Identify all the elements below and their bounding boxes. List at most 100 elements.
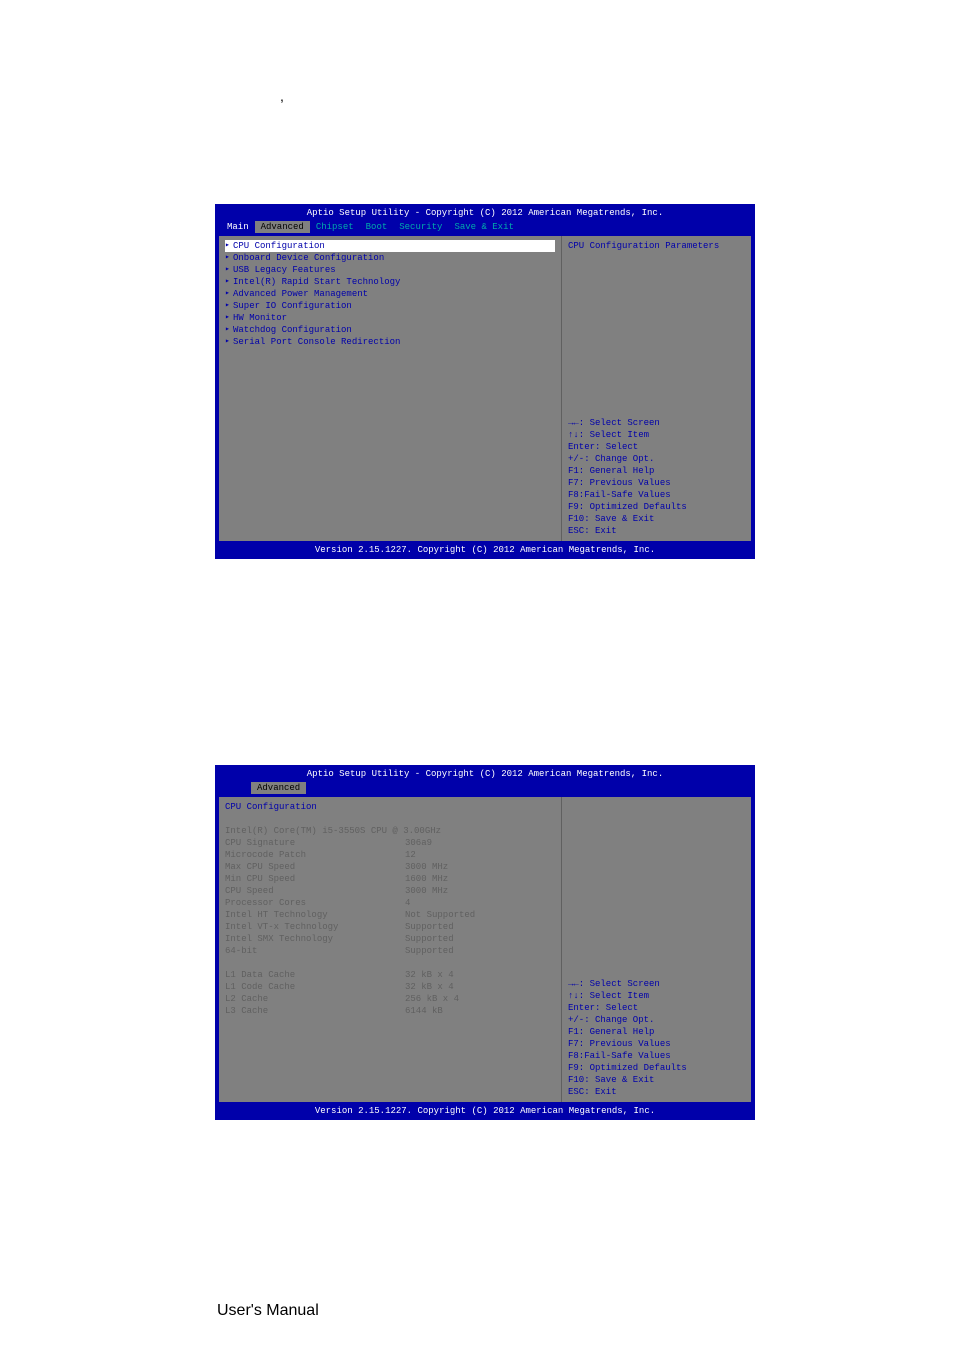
info-row: L1 Data Cache32 kB x 4 xyxy=(225,969,555,981)
page-footer-text: User's Manual xyxy=(217,1302,319,1320)
bios-screen-cpu-config: Aptio Setup Utility - Copyright (C) 2012… xyxy=(215,765,755,1120)
key-hint: Enter: Select xyxy=(568,1002,745,1014)
info-label: L3 Cache xyxy=(225,1005,405,1017)
menu-bar: Main Advanced Chipset Boot Security Save… xyxy=(217,220,753,234)
bios-footer: Version 2.15.1227. Copyright (C) 2012 Am… xyxy=(217,1104,753,1118)
item-label: Advanced Power Management xyxy=(233,288,368,300)
key-hint: F7: Previous Values xyxy=(568,1038,745,1050)
info-row: CPU Signature306a9 xyxy=(225,837,555,849)
info-label: L1 Code Cache xyxy=(225,981,405,993)
arrow-icon: ▸ xyxy=(225,276,233,288)
info-label: Microcode Patch xyxy=(225,849,405,861)
item-watchdog[interactable]: ▸Watchdog Configuration xyxy=(225,324,555,336)
item-label: Super IO Configuration xyxy=(233,300,352,312)
info-value: 1600 MHz xyxy=(405,873,448,885)
arrow-icon: ▸ xyxy=(225,240,233,252)
key-hint: F8:Fail-Safe Values xyxy=(568,1050,745,1062)
info-value: 12 xyxy=(405,849,416,861)
help-description: CPU Configuration Parameters xyxy=(568,240,745,252)
menu-bar: Advanced xyxy=(217,781,753,795)
item-super-io[interactable]: ▸Super IO Configuration xyxy=(225,300,555,312)
menu-boot[interactable]: Boot xyxy=(360,221,394,233)
info-value: 32 kB x 4 xyxy=(405,969,454,981)
info-label: CPU Speed xyxy=(225,885,405,897)
arrow-icon: ▸ xyxy=(225,264,233,276)
bios-screen-advanced-menu: Aptio Setup Utility - Copyright (C) 2012… xyxy=(215,204,755,559)
left-panel: CPU Configuration Intel(R) Core(TM) i5-3… xyxy=(219,797,561,1102)
info-row: Intel SMX TechnologySupported xyxy=(225,933,555,945)
info-row: L2 Cache256 kB x 4 xyxy=(225,993,555,1005)
right-panel: CPU Configuration Parameters →←: Select … xyxy=(561,236,751,541)
menu-save-exit[interactable]: Save & Exit xyxy=(448,221,519,233)
arrow-icon: ▸ xyxy=(225,312,233,324)
info-label: Max CPU Speed xyxy=(225,861,405,873)
item-power-mgmt[interactable]: ▸Advanced Power Management xyxy=(225,288,555,300)
key-hint: ↑↓: Select Item xyxy=(568,990,745,1002)
info-row: Intel HT TechnologyNot Supported xyxy=(225,909,555,921)
info-row: Intel VT-x TechnologySupported xyxy=(225,921,555,933)
key-hint: +/-: Change Opt. xyxy=(568,1014,745,1026)
key-hint: F9: Optimized Defaults xyxy=(568,1062,745,1074)
arrow-icon: ▸ xyxy=(225,288,233,300)
item-rapid-start[interactable]: ▸Intel(R) Rapid Start Technology xyxy=(225,276,555,288)
info-row: Processor Cores4 xyxy=(225,897,555,909)
left-panel: ▸CPU Configuration ▸Onboard Device Confi… xyxy=(219,236,561,541)
info-value: 306a9 xyxy=(405,837,432,849)
key-hint: F10: Save & Exit xyxy=(568,1074,745,1086)
key-hint: ESC: Exit xyxy=(568,1086,745,1098)
comma-mark: , xyxy=(280,88,284,104)
info-label: Intel VT-x Technology xyxy=(225,921,405,933)
key-hint: F7: Previous Values xyxy=(568,477,745,489)
info-row: Max CPU Speed3000 MHz xyxy=(225,861,555,873)
key-hint: ↑↓: Select Item xyxy=(568,429,745,441)
menu-advanced[interactable]: Advanced xyxy=(255,221,310,233)
key-hint: F8:Fail-Safe Values xyxy=(568,489,745,501)
menu-main[interactable]: Main xyxy=(221,221,255,233)
info-value: 256 kB x 4 xyxy=(405,993,459,1005)
menu-security[interactable]: Security xyxy=(393,221,448,233)
info-label: Intel HT Technology xyxy=(225,909,405,921)
key-hint: F10: Save & Exit xyxy=(568,513,745,525)
item-usb-legacy[interactable]: ▸USB Legacy Features xyxy=(225,264,555,276)
info-label: L1 Data Cache xyxy=(225,969,405,981)
bios-header: Aptio Setup Utility - Copyright (C) 2012… xyxy=(217,206,753,220)
menu-chipset[interactable]: Chipset xyxy=(310,221,360,233)
item-label: Onboard Device Configuration xyxy=(233,252,384,264)
item-label: Intel(R) Rapid Start Technology xyxy=(233,276,400,288)
info-value: 6144 kB xyxy=(405,1005,443,1017)
info-row: L1 Code Cache32 kB x 4 xyxy=(225,981,555,993)
arrow-icon: ▸ xyxy=(225,252,233,264)
right-panel: →←: Select Screen ↑↓: Select Item Enter:… xyxy=(561,797,751,1102)
item-label: USB Legacy Features xyxy=(233,264,336,276)
item-label: Watchdog Configuration xyxy=(233,324,352,336)
content-area: ▸CPU Configuration ▸Onboard Device Confi… xyxy=(217,234,753,543)
info-label: L2 Cache xyxy=(225,993,405,1005)
item-hw-monitor[interactable]: ▸HW Monitor xyxy=(225,312,555,324)
info-value: 3000 MHz xyxy=(405,885,448,897)
menu-advanced[interactable]: Advanced xyxy=(251,782,306,794)
key-hint: →←: Select Screen xyxy=(568,978,745,990)
section-title: CPU Configuration xyxy=(225,801,555,813)
info-label: Intel SMX Technology xyxy=(225,933,405,945)
info-row: Min CPU Speed1600 MHz xyxy=(225,873,555,885)
info-label: Processor Cores xyxy=(225,897,405,909)
info-value: 4 xyxy=(405,897,410,909)
info-label: CPU Signature xyxy=(225,837,405,849)
info-label: 64-bit xyxy=(225,945,405,957)
key-hint: F1: General Help xyxy=(568,465,745,477)
item-serial-port[interactable]: ▸Serial Port Console Redirection xyxy=(225,336,555,348)
key-hint: Enter: Select xyxy=(568,441,745,453)
info-row: Microcode Patch12 xyxy=(225,849,555,861)
key-hint: ESC: Exit xyxy=(568,525,745,537)
item-cpu-config[interactable]: ▸CPU Configuration xyxy=(225,240,555,252)
key-hint: →←: Select Screen xyxy=(568,417,745,429)
bios-footer: Version 2.15.1227. Copyright (C) 2012 Am… xyxy=(217,543,753,557)
info-value: Not Supported xyxy=(405,909,475,921)
content-area: CPU Configuration Intel(R) Core(TM) i5-3… xyxy=(217,795,753,1104)
bios-header: Aptio Setup Utility - Copyright (C) 2012… xyxy=(217,767,753,781)
key-hint: F9: Optimized Defaults xyxy=(568,501,745,513)
arrow-icon: ▸ xyxy=(225,300,233,312)
info-value: 3000 MHz xyxy=(405,861,448,873)
item-onboard-device[interactable]: ▸Onboard Device Configuration xyxy=(225,252,555,264)
info-row: 64-bitSupported xyxy=(225,945,555,957)
